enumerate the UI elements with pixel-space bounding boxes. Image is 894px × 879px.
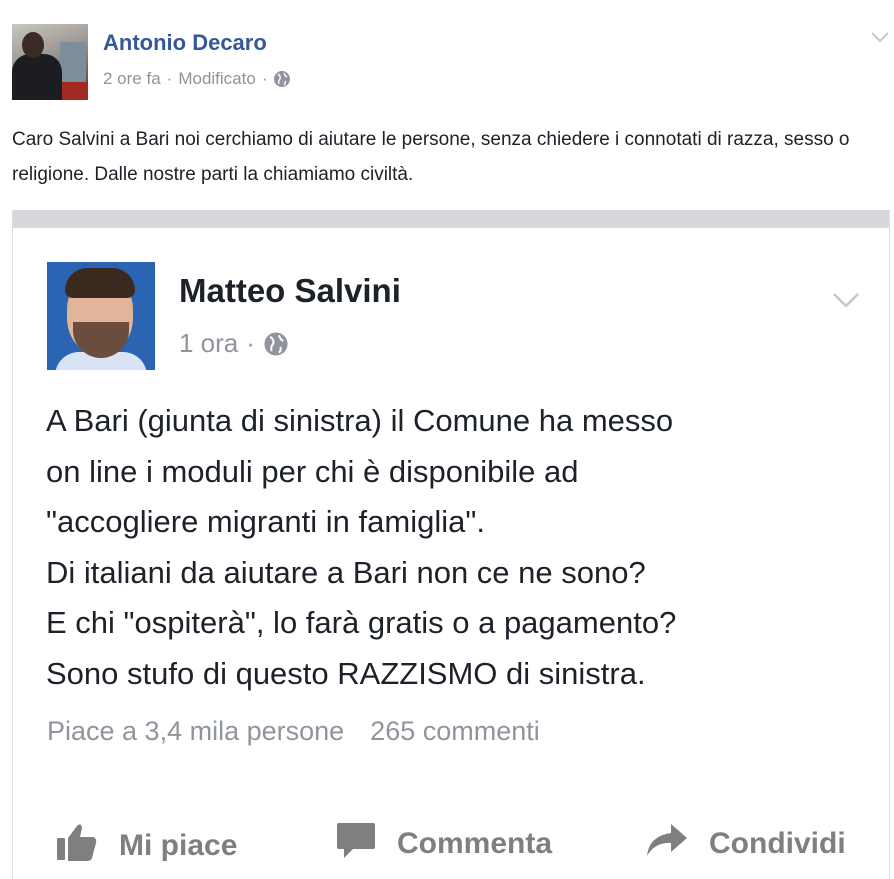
globe-icon[interactable] xyxy=(273,70,291,88)
shared-post-line: on line i moduli per chi è disponibile a… xyxy=(46,453,579,489)
shared-post-line: "accogliere migranti in famiglia". xyxy=(46,504,485,539)
share-label: Condividi xyxy=(709,827,846,860)
shared-post-meta: 1 ora · xyxy=(179,328,289,359)
shared-author-name[interactable]: Matteo Salvini xyxy=(179,272,401,310)
comments-count[interactable]: 265 commenti xyxy=(370,716,540,747)
shared-post-line: A Bari (giunta di sinistra) il Comune ha… xyxy=(46,403,674,438)
facebook-post: Antonio Decaro 2 ore fa · Modificato · C… xyxy=(0,0,894,879)
post-text: Caro Salvini a Bari noi cerchiamo di aiu… xyxy=(12,129,850,185)
post-timestamp[interactable]: 2 ore fa xyxy=(103,69,161,89)
thumbs-up-icon xyxy=(55,820,99,872)
chevron-down-icon[interactable] xyxy=(831,290,861,310)
post-meta: 2 ore fa · Modificato · xyxy=(103,69,291,89)
globe-icon[interactable] xyxy=(263,331,289,357)
card-divider xyxy=(13,210,889,228)
comment-button[interactable]: Commenta xyxy=(335,820,552,868)
shared-author-avatar[interactable] xyxy=(47,262,155,370)
edited-label[interactable]: Modificato xyxy=(178,69,255,89)
share-arrow-icon xyxy=(645,820,689,868)
shared-post-line: E chi "ospiterà", lo farà gratis o a pag… xyxy=(46,605,677,640)
author-avatar[interactable] xyxy=(12,24,88,100)
action-bar: Mi piace Commenta Condividi xyxy=(13,810,889,872)
meta-separator: · xyxy=(166,69,173,88)
shared-post-text: A Bari (giunta di sinistra) il Comune ha… xyxy=(46,396,876,699)
like-button[interactable]: Mi piace xyxy=(55,820,237,872)
shared-post-timestamp[interactable]: 1 ora xyxy=(179,328,238,359)
meta-separator: · xyxy=(246,328,255,358)
comment-label: Commenta xyxy=(397,827,553,860)
meta-separator: · xyxy=(261,69,268,88)
share-button[interactable]: Condividi xyxy=(645,820,846,868)
shared-post-line: Di italiani da aiutare a Bari non ce ne … xyxy=(46,554,646,590)
speech-bubble-icon xyxy=(335,820,377,868)
likes-count[interactable]: Piace a 3,4 mila persone xyxy=(47,716,344,747)
shared-post-card[interactable]: Matteo Salvini 1 ora · A Bari (giunta di… xyxy=(12,210,890,879)
post-stats: Piace a 3,4 mila persone 265 commenti xyxy=(47,716,540,747)
like-label: Mi piace xyxy=(119,829,238,862)
chevron-down-icon[interactable] xyxy=(870,30,890,44)
post-author-name[interactable]: Antonio Decaro xyxy=(103,30,267,56)
shared-post-line: Sono stufo di questo RAZZISMO di sinistr… xyxy=(46,655,646,691)
